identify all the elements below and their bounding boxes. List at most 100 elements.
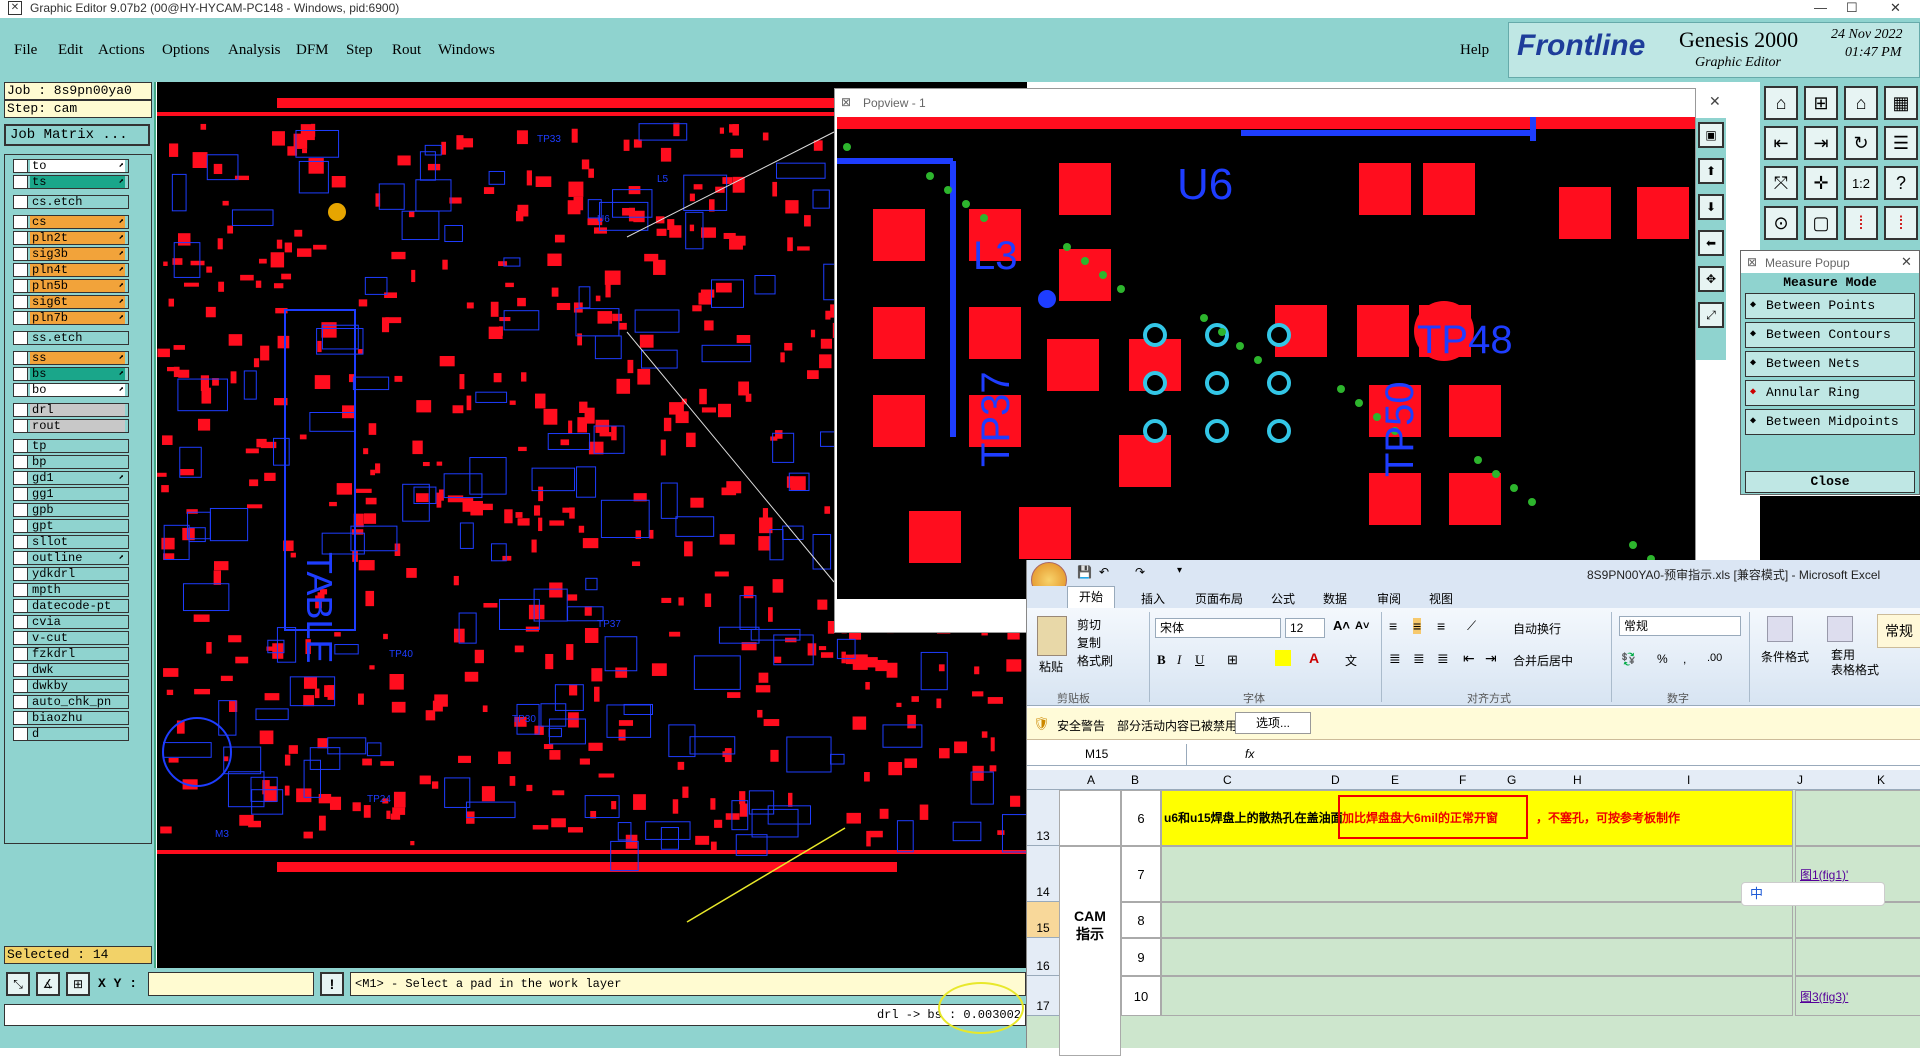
snap-icon[interactable]: ⤡ [6,972,30,996]
layer-row-pln4t[interactable]: pln4t ⬈ [13,263,129,277]
layer-checkbox[interactable] [14,504,28,516]
layer-row-to[interactable]: to ⬈ [13,159,129,173]
menu-dfm[interactable]: DFM [296,42,329,59]
tab-data[interactable]: 数据 [1323,590,1347,607]
layer-checkbox[interactable] [14,404,28,416]
align-right-icon[interactable]: ≣ [1437,650,1449,667]
row-header[interactable]: 14 [1027,846,1059,902]
cell-a13[interactable] [1059,790,1121,846]
menu-options[interactable]: Options [162,42,210,59]
tool-redraw-icon[interactable]: ↻ [1844,126,1878,160]
layer-row-dwk[interactable]: dwk [13,663,129,677]
xy-input[interactable] [148,972,314,996]
tab-review[interactable]: 审阅 [1377,590,1401,607]
cell-text[interactable] [1161,976,1793,1016]
layer-checkbox[interactable] [14,264,28,276]
layer-row-bo[interactable]: bo ⬈ [13,383,129,397]
layer-checkbox[interactable] [14,280,28,292]
cell-link[interactable] [1795,902,1920,938]
layer-checkbox[interactable] [14,696,28,708]
tool-blank-icon[interactable]: ▢ [1804,206,1838,240]
layer-checkbox[interactable] [14,352,28,364]
layer-row-ss.etch[interactable]: ss.etch [13,331,129,345]
layer-checkbox[interactable] [14,632,28,644]
currency-icon[interactable]: 💱 [1621,652,1636,666]
menu-file[interactable]: File [14,42,37,59]
column-header[interactable]: K [1877,773,1885,787]
cell-link[interactable] [1795,938,1920,976]
alert-icon[interactable]: ! [320,972,344,996]
cell-text[interactable]: u6和u15焊盘上的散热孔在盖油面 加比焊盘盘大6mil的正常开窗 ，不塞孔，可按参… [1161,790,1793,846]
tool-fit-icon[interactable]: ⤧ [1764,166,1798,200]
decimal-icon[interactable]: .00 [1707,652,1722,664]
tab-home[interactable]: 开始 [1067,586,1115,608]
layer-row-tp[interactable]: tp [13,439,129,453]
layer-checkbox[interactable] [14,420,28,432]
popview-canvas[interactable]: U6 L3 TP48 TP37 TP50 [837,117,1695,599]
wrap-text-button[interactable]: 自动换行 [1513,620,1561,637]
layer-row-ydkdrl[interactable]: ydkdrl [13,567,129,581]
paste-label[interactable]: 粘贴 [1039,658,1063,675]
layer-checkbox[interactable] [14,472,28,484]
font-size-select[interactable]: 12 [1285,618,1325,638]
layer-row-rout[interactable]: rout [13,419,129,433]
layer-checkbox[interactable] [14,160,28,172]
qat-undo-icon[interactable]: ↶ [1099,565,1109,579]
menu-step[interactable]: Step [346,42,373,59]
layer-checkbox[interactable] [14,296,28,308]
tab-view[interactable]: 视图 [1429,590,1453,607]
tab-formulas[interactable]: 公式 [1271,590,1295,607]
tool-pan-right-icon[interactable]: ⇥ [1804,126,1838,160]
tool-measure-icon[interactable]: ⊙ [1764,206,1798,240]
column-header[interactable]: G [1507,773,1516,787]
column-header[interactable]: I [1687,773,1690,787]
phonetic-icon[interactable]: 文 [1345,652,1357,669]
align-middle-icon[interactable]: ≡ [1413,618,1422,634]
font-grow-icon[interactable]: A˄ [1333,618,1350,633]
column-header[interactable]: J [1797,773,1803,787]
table-format-button[interactable]: 套用 表格格式 [1831,648,1879,678]
layer-row-dwkby[interactable]: dwkby [13,679,129,693]
orientation-icon[interactable]: ⟋ [1467,618,1476,634]
bold-button[interactable]: B [1157,652,1166,668]
mode-between-nets[interactable]: ◆ Between Nets [1745,351,1915,377]
font-name-select[interactable]: 宋体 [1155,618,1281,638]
job-matrix-button[interactable]: Job Matrix ... [4,124,150,146]
ime-toolbar[interactable]: 中 [1741,882,1885,906]
layer-row-bp[interactable]: bp [13,455,129,469]
layer-row-drl[interactable]: drl [13,403,129,417]
layer-checkbox[interactable] [14,728,28,740]
layer-row-gpb[interactable]: gpb [13,503,129,517]
layer-checkbox[interactable] [14,488,28,500]
formula-input[interactable] [1267,745,1920,765]
layer-checkbox[interactable] [14,616,28,628]
style-normal[interactable]: 常规 [1877,614,1920,648]
layer-checkbox[interactable] [14,456,28,468]
layer-row-ss[interactable]: ss ⬈ [13,351,129,365]
fx-icon[interactable]: fx [1245,747,1254,761]
maximize-button[interactable]: ☐ [1846,0,1858,16]
column-header[interactable]: A [1087,773,1095,787]
layer-row-pln7b[interactable]: pln7b ⬈ [13,311,129,325]
layer-row-outline[interactable]: outline ⬈ [13,551,129,565]
tool-zoom-home-icon[interactable]: ⌂ [1764,86,1798,120]
layer-row-d[interactable]: d [13,727,129,741]
layer-row-ts[interactable]: ts ⬈ [13,175,129,189]
tab-page-layout[interactable]: 页面布局 [1195,590,1243,607]
layer-checkbox[interactable] [14,332,28,344]
popview-close-icon[interactable]: ✕ [1709,93,1721,110]
format-painter-button[interactable]: 格式刷 [1077,652,1113,669]
layer-row-datecode-pt[interactable]: datecode-pt [13,599,129,613]
align-center-icon[interactable]: ≣ [1413,650,1425,667]
layer-row-sig3b[interactable]: sig3b ⬈ [13,247,129,261]
row-header[interactable]: 16 [1027,938,1059,976]
close-button[interactable]: ✕ [1890,0,1901,16]
column-header[interactable]: F [1459,773,1466,787]
tool-lines-icon[interactable]: ☰ [1884,126,1918,160]
cell-text[interactable] [1161,846,1793,902]
tool-pan-left-icon[interactable]: ⇤ [1764,126,1798,160]
layer-checkbox[interactable] [14,176,28,188]
pop-tool-3-icon[interactable]: ⬇ [1698,194,1724,220]
indent-decrease-icon[interactable]: ⇤ [1463,650,1475,667]
menu-windows[interactable]: Windows [438,42,495,59]
